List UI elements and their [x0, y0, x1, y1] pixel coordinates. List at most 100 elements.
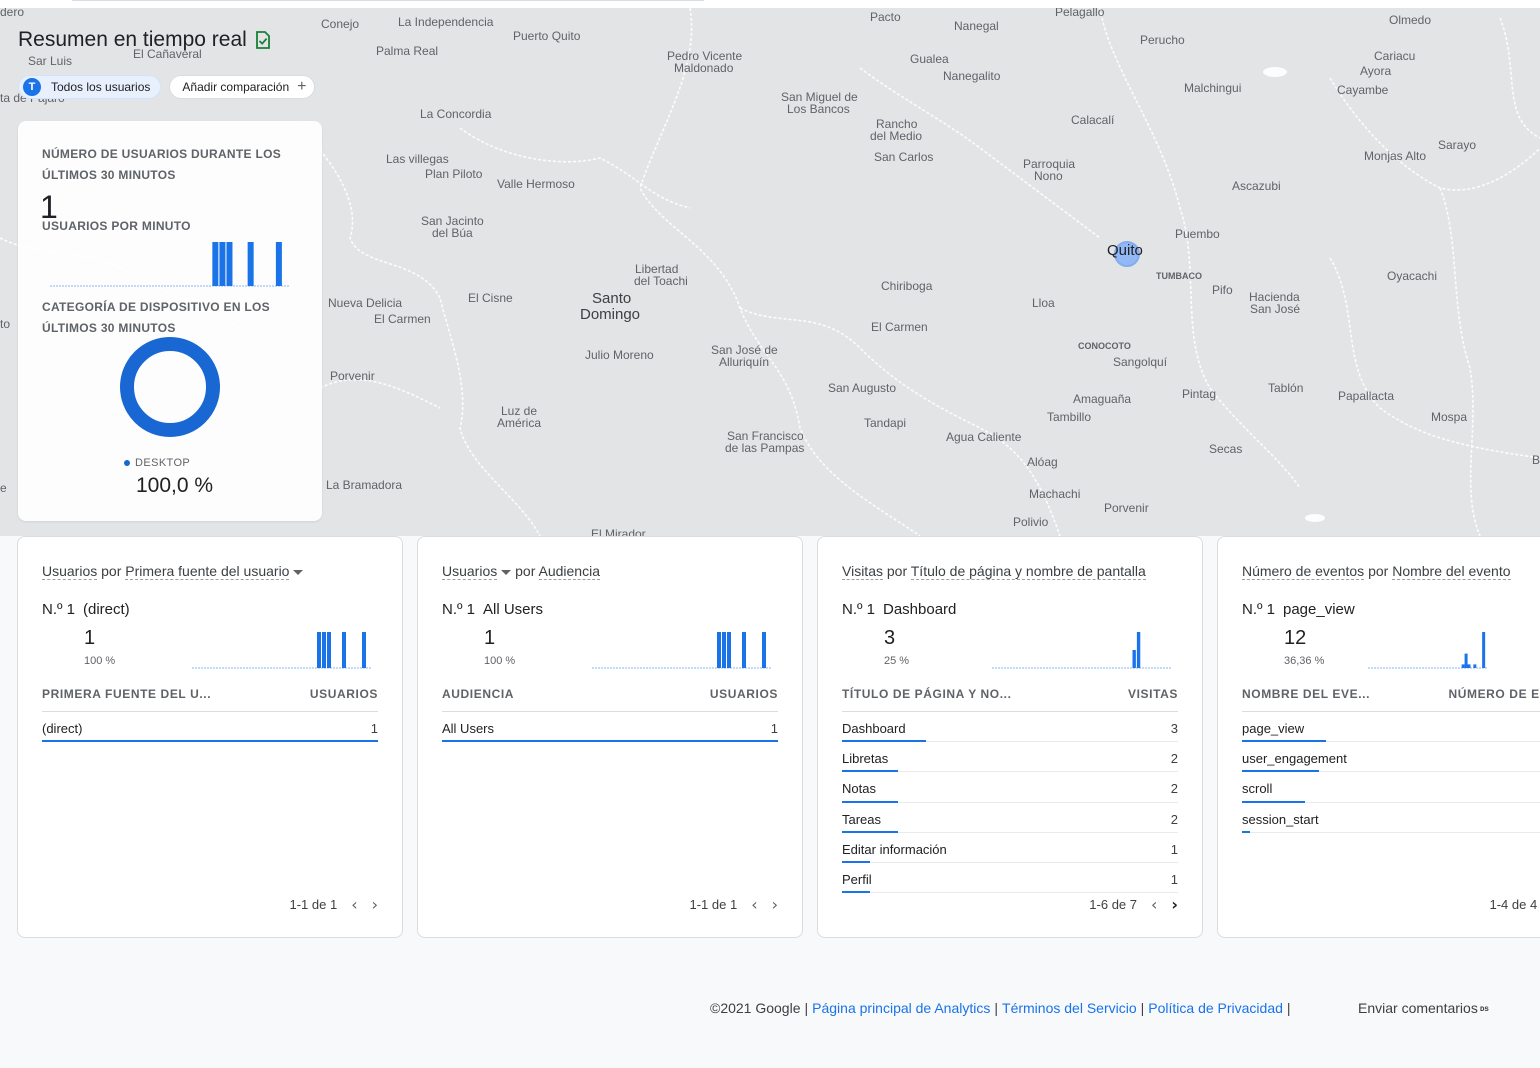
bar	[742, 632, 746, 668]
data-table: Dashboard 3 Libretas 2 Notas 2 Tareas 2 Editar i…	[842, 711, 1178, 894]
chevron-right-icon[interactable]: ›	[1171, 895, 1178, 914]
column-header-metric: USUARIOS	[309, 687, 378, 701]
bar	[362, 632, 366, 668]
map-place: Tablón	[1268, 381, 1304, 395]
column-header-dimension: AUDIENCIA	[442, 687, 515, 701]
table-row[interactable]: page_view12	[1242, 712, 1540, 743]
metric-selector[interactable]: Número de eventos	[1242, 563, 1365, 580]
row-value: 2	[1170, 781, 1178, 797]
bar	[219, 242, 226, 286]
row-label: Perfil	[842, 871, 872, 887]
rank-name: page_view	[1283, 601, 1355, 618]
analytics-home-link[interactable]: Página principal de Analytics	[812, 1000, 990, 1016]
terms-link[interactable]: Términos del Servicio	[1002, 1000, 1137, 1016]
dimension-selector[interactable]: Título de página y nombre de pantalla	[910, 563, 1146, 580]
map-place: Maldonado	[674, 61, 734, 75]
row-label: Tareas	[842, 811, 882, 827]
table-row[interactable]: Tareas 2	[842, 803, 1178, 833]
table-row[interactable]: session_start1	[1242, 803, 1540, 833]
rank-number: N.º 1	[1242, 601, 1275, 618]
map-place: dero	[0, 8, 25, 19]
legend-dot	[124, 460, 130, 466]
metric-selector[interactable]: Visitas	[842, 563, 883, 580]
map-place: Oyacachi	[1387, 269, 1438, 283]
row-label: All Users	[442, 721, 495, 736]
map-place: Ascazubi	[1232, 179, 1281, 193]
comparison-chips: T Todos los usuarios Añadir comparación …	[18, 75, 316, 99]
pagination: 1-4 de 4‹›	[1489, 895, 1540, 914]
dimension-selector[interactable]: Primera fuente del usuario	[125, 563, 290, 580]
table-row[interactable]: user_engagement11	[1242, 742, 1540, 773]
chevron-right-icon[interactable]: ›	[372, 895, 378, 914]
all-users-chip[interactable]: T Todos los usuarios	[18, 75, 162, 99]
page-title-text: Resumen en tiempo real	[18, 28, 247, 51]
row-share-bar	[442, 740, 778, 743]
column-header-metric: USUARIOS	[709, 687, 778, 701]
chevron-left-icon[interactable]: ‹	[1151, 895, 1157, 914]
map-place: Sar Luis	[28, 54, 73, 68]
bar	[317, 632, 321, 668]
chevron-left-icon[interactable]: ‹	[751, 895, 757, 914]
copyright: ©2021 Google	[710, 1000, 801, 1016]
card-title: Usuarios por Audiencia	[442, 561, 782, 581]
map-place: del Búa	[432, 226, 473, 240]
chevron-left-icon[interactable]: ‹	[351, 895, 357, 914]
map-place: Valle Hermoso	[497, 177, 575, 191]
map-place: del Medio	[870, 129, 923, 143]
map-place: Domingo	[580, 306, 641, 323]
row-label: Notas	[842, 781, 876, 797]
table-row[interactable]: Perfil 1	[842, 863, 1178, 894]
card-title: Número de eventos por Nombre del evento	[1242, 561, 1540, 581]
map-place: Gualea	[910, 52, 949, 66]
map-place: Malchingui	[1184, 81, 1242, 95]
table-row[interactable]: Editar información 1	[842, 833, 1178, 863]
map-place: Machachi	[1029, 487, 1081, 501]
row-share-bar	[42, 740, 378, 743]
row-share-bar	[842, 891, 870, 894]
chevron-down-icon[interactable]	[293, 569, 304, 575]
table-row[interactable]: Libretas 2	[842, 742, 1178, 773]
row-label: (direct)	[42, 721, 83, 736]
send-feedback-button[interactable]: Enviar comentarios ᴅs	[1358, 1000, 1489, 1016]
privacy-link[interactable]: Política de Privacidad	[1148, 1000, 1283, 1016]
title-connector: por	[511, 563, 539, 579]
map-place: de las Pampas	[725, 441, 805, 455]
table-row[interactable]: Notas 2	[842, 772, 1178, 803]
map-place: Porvenir	[1104, 501, 1149, 515]
card-4: Número de eventos por Nombre del evento N…	[1217, 536, 1540, 938]
dimension-selector[interactable]: Audiencia	[538, 563, 600, 580]
bar	[275, 242, 282, 286]
bar	[762, 632, 766, 668]
top-item-sparkline	[592, 632, 772, 669]
map-place: Cayambe	[1337, 83, 1389, 97]
map-place: La Bramadora	[326, 478, 403, 492]
all-users-chip-label: Todos los usuarios	[51, 80, 151, 94]
table-row[interactable]: Dashboard 3	[842, 712, 1178, 743]
top-item-percent: 100 %	[484, 655, 516, 667]
chevron-right-icon[interactable]: ›	[772, 895, 778, 914]
metric-selector[interactable]: Usuarios	[442, 563, 498, 580]
top-item-percent: 100 %	[84, 655, 116, 667]
donut-slice-desktop	[120, 337, 220, 437]
card-2: Usuarios por Audiencia N.º 1 All Users 1 100…	[417, 536, 803, 938]
table-row[interactable]: All Users 1	[442, 712, 778, 743]
top-item-sparkline	[192, 632, 372, 669]
users-per-minute-label: USUARIOS POR MINUTO	[42, 219, 191, 233]
table-row[interactable]: scroll9	[1242, 772, 1540, 803]
card-title: Usuarios por Primera fuente del usuario	[42, 561, 382, 581]
add-comparison-button[interactable]: Añadir comparación +	[169, 75, 316, 99]
column-header-metric: NÚMERO DE EVEN...	[1448, 687, 1540, 701]
metric-selector[interactable]: Usuarios	[42, 563, 98, 580]
map-place: Pintag	[1182, 387, 1217, 401]
map-place: Puembo	[1175, 227, 1220, 241]
pagination-range: 1-1 de 1	[289, 897, 338, 912]
map-place: San Augusto	[828, 381, 897, 395]
row-label: session_start	[1242, 811, 1319, 827]
dimension-selector[interactable]: Nombre del evento	[1392, 563, 1511, 580]
map-place: Pifo	[1212, 283, 1233, 297]
chevron-down-icon[interactable]	[501, 569, 512, 575]
map-place: Julio Moreno	[585, 348, 654, 362]
plus-icon: +	[297, 78, 307, 95]
column-header-metric: VISITAS	[1128, 687, 1178, 701]
table-row[interactable]: (direct) 1	[42, 712, 378, 743]
